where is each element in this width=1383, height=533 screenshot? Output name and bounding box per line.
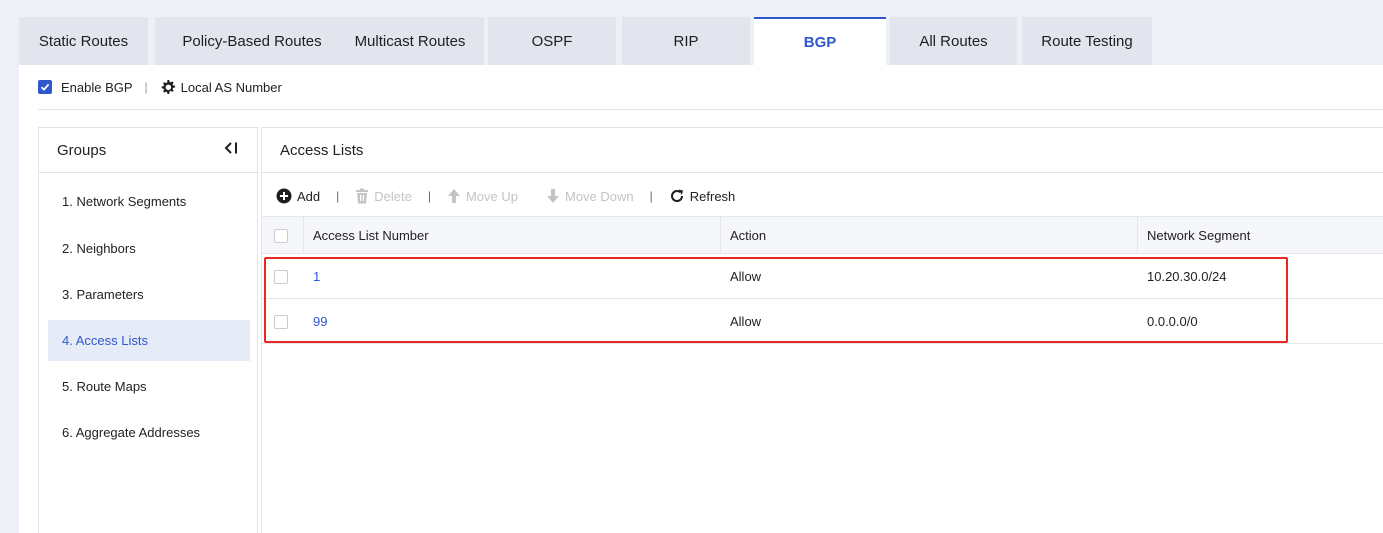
toolbar-separator: | <box>649 189 653 203</box>
group-item-route-maps[interactable]: 5. Route Maps <box>48 366 250 407</box>
access-lists-panel: Access Lists Add | Delete | Move Up Move… <box>261 127 1383 533</box>
groups-panel: Groups 1. Network Segments 2. Neighbors … <box>38 127 258 533</box>
separator: | <box>144 80 148 94</box>
groups-header: Groups <box>39 128 257 173</box>
tab-static-routes[interactable]: Static Routes <box>19 17 148 65</box>
row-select-cell <box>274 254 288 299</box>
toolbar-separator: | <box>336 189 340 203</box>
action-cell: Allow <box>730 269 762 284</box>
group-item-network-segments[interactable]: 1. Network Segments <box>48 181 250 222</box>
row-checkbox[interactable] <box>274 269 288 284</box>
network-segment-cell: 0.0.0.0/0 <box>1147 314 1198 329</box>
collapse-chevron-icon <box>224 141 237 154</box>
access-lists-title: Access Lists <box>280 141 364 159</box>
access-lists-table: Access List Number Action Network Segmen… <box>262 216 1383 344</box>
table-row: 1 Allow 10.20.30.0/24 <box>262 254 1383 299</box>
access-lists-header: Access Lists <box>262 128 1383 173</box>
action-cell: Allow <box>730 314 762 329</box>
enable-bgp-checkbox[interactable] <box>38 80 52 94</box>
tab-policy-based-routes[interactable]: Policy-Based Routes <box>155 17 349 65</box>
refresh-label: Refresh <box>689 188 736 204</box>
arrow-up-icon <box>447 189 460 203</box>
access-list-number-link[interactable]: 99 <box>313 299 327 344</box>
group-item-neighbors[interactable]: 2. Neighbors <box>48 228 250 269</box>
column-header-network-segment[interactable]: Network Segment <box>1137 217 1250 254</box>
table-header: Access List Number Action Network Segmen… <box>262 216 1383 254</box>
toolbar-separator: | <box>427 189 431 203</box>
divider <box>38 109 1383 110</box>
move-down-button[interactable]: Move Down <box>546 188 634 204</box>
tab-route-testing[interactable]: Route Testing <box>1022 17 1152 65</box>
group-item-aggregate-addresses[interactable]: 6. Aggregate Addresses <box>48 412 250 453</box>
main-panel: Enable BGP | Local AS Number Groups 1. N… <box>19 65 1383 533</box>
group-item-parameters[interactable]: 3. Parameters <box>48 274 250 315</box>
groups-title: Groups <box>57 141 107 159</box>
tab-multicast-routes[interactable]: Multicast Routes <box>336 17 484 65</box>
local-as-number-button[interactable]: Local AS Number <box>160 79 282 95</box>
select-all-checkbox[interactable] <box>274 228 288 243</box>
group-item-access-lists[interactable]: 4. Access Lists <box>48 320 250 361</box>
access-list-number-link[interactable]: 1 <box>313 254 320 299</box>
network-segment-cell: 10.20.30.0/24 <box>1147 269 1227 284</box>
enable-bgp-label[interactable]: Enable BGP <box>61 80 133 95</box>
refresh-button[interactable]: Refresh <box>669 188 736 204</box>
table-row: 99 Allow 0.0.0.0/0 <box>262 299 1383 344</box>
trash-icon <box>356 188 369 204</box>
move-down-label: Move Down <box>565 188 634 204</box>
column-header-action[interactable]: Action <box>720 217 766 254</box>
add-circle-icon <box>276 188 292 204</box>
select-all-cell <box>274 217 288 254</box>
tab-all-routes[interactable]: All Routes <box>890 17 1017 65</box>
tab-bar: Static Routes Policy-Based Routes Multic… <box>19 17 1383 65</box>
row-checkbox[interactable] <box>274 314 288 329</box>
tab-ospf[interactable]: OSPF <box>488 17 616 65</box>
delete-label: Delete <box>374 188 412 204</box>
bgp-settings-row: Enable BGP | Local AS Number <box>38 77 282 97</box>
arrow-down-icon <box>547 189 559 203</box>
move-up-label: Move Up <box>465 188 518 204</box>
toolbar: Add | Delete | Move Up Move Down | Refre… <box>276 186 735 206</box>
tab-rip[interactable]: RIP <box>622 17 750 65</box>
row-select-cell <box>274 299 288 344</box>
checkmark-icon <box>40 83 50 91</box>
gear-icon <box>161 80 175 94</box>
refresh-icon <box>670 189 683 202</box>
delete-button[interactable]: Delete <box>355 188 412 204</box>
collapse-left-icon[interactable] <box>223 141 239 160</box>
move-up-button[interactable]: Move Up <box>447 188 518 204</box>
local-as-number-label: Local AS Number <box>180 79 282 95</box>
add-label: Add <box>297 188 321 204</box>
add-button[interactable]: Add <box>276 188 320 204</box>
tab-bgp[interactable]: BGP <box>754 17 886 65</box>
column-header-access-list-number[interactable]: Access List Number <box>303 217 429 254</box>
